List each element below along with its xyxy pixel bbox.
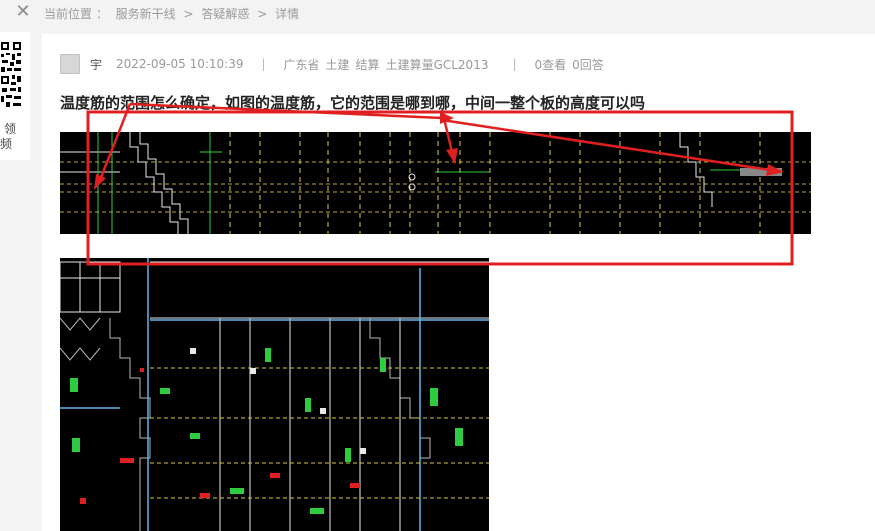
meta-separator: | xyxy=(512,57,517,71)
post-meta: 宇 2022-09-05 10:10:39 | 广东省 土建 结算 土建算量GC… xyxy=(60,54,604,74)
tag-discipline: 土建 xyxy=(325,57,350,72)
avatar[interactable] xyxy=(60,54,80,74)
breadcrumb-separator: > xyxy=(183,7,194,21)
breadcrumb-separator: > xyxy=(257,7,268,21)
question-card: 宇 2022-09-05 10:10:39 | 广东省 土建 结算 土建算量GC… xyxy=(42,34,875,531)
meta-separator: | xyxy=(261,57,266,71)
breadcrumb-item-qa[interactable]: 答疑解惑 xyxy=(201,7,249,21)
question-title: 温度筋的范围怎么确定，如图的温度筋，它的范围是哪到哪，中间一整个板的高度可以吗 xyxy=(60,94,646,112)
author-name[interactable]: 宇 xyxy=(90,56,102,73)
qr-code xyxy=(0,40,22,114)
cad-screenshot-1[interactable] xyxy=(60,132,811,234)
tag-category: 结算 xyxy=(355,57,380,72)
answer-count: 0回答 xyxy=(572,57,604,72)
breadcrumb-prefix: 当前位置 ： xyxy=(44,7,108,21)
view-count: 0查看 xyxy=(534,57,567,72)
breadcrumb-item-service[interactable]: 服务新干线 xyxy=(116,7,176,21)
side-text[interactable]: 领 频 xyxy=(0,122,16,152)
cad-screenshot-2[interactable] xyxy=(60,258,489,531)
side-text-line2: 频 xyxy=(0,137,13,151)
top-bar: ✕ 当前位置 ： 服务新干线 > 答疑解惑 > 详情 xyxy=(0,0,875,26)
tag-province: 广东省 xyxy=(283,57,320,72)
close-icon[interactable]: ✕ xyxy=(14,3,32,21)
breadcrumb: 当前位置 ： 服务新干线 > 答疑解惑 > 详情 xyxy=(44,5,303,22)
breadcrumb-item-detail: 详情 xyxy=(275,7,300,21)
post-datetime: 2022-09-05 10:10:39 xyxy=(116,57,244,71)
side-text-line1: 领 xyxy=(4,122,17,136)
tag-software: 土建算量GCL2013 xyxy=(385,57,489,72)
